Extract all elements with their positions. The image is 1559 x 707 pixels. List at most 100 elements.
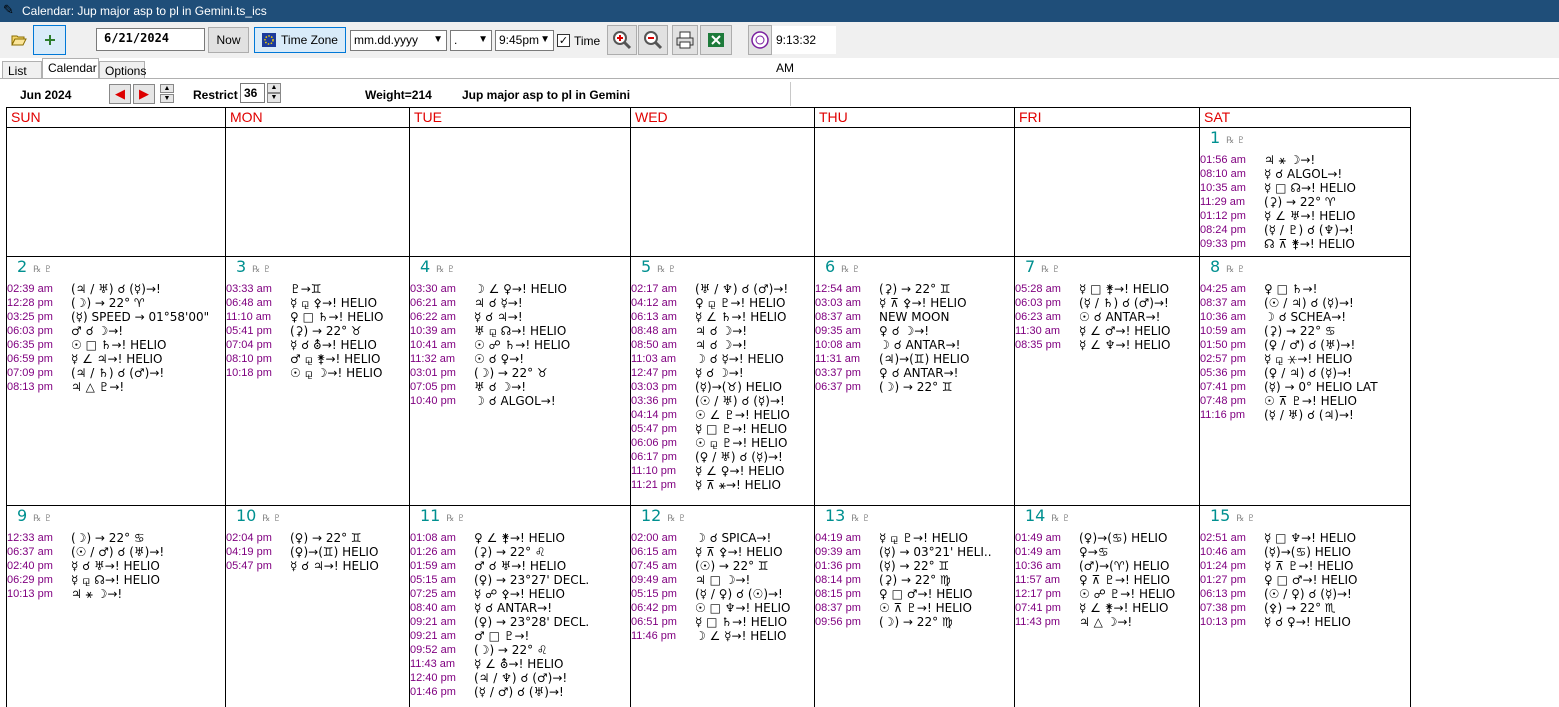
next-month-button[interactable]: ▶	[133, 84, 155, 104]
restrict-spin-up[interactable]: ▲	[267, 83, 281, 93]
event-row[interactable]: 07:04 pm ☿ ☌ ⛢→! HELIO	[226, 338, 409, 352]
separator-select[interactable]: . ▼	[450, 30, 492, 51]
event-row[interactable]: 01:27 pm ♀ □ ♂→! HELIO	[1200, 573, 1410, 587]
event-row[interactable]: 08:10 pm ♂ ⚼ ⚵→! HELIO	[226, 352, 409, 366]
event-row[interactable]: 12:28 pm (☽) → 22° ♈	[7, 296, 225, 310]
event-row[interactable]: 10:35 am ☿ □ ☊→! HELIO	[1200, 181, 1410, 195]
date-format-select[interactable]: mm.dd.yyyy ▼	[350, 30, 447, 51]
event-row[interactable]: 11:10 pm ☿ ∠ ♀→! HELIO	[631, 464, 814, 478]
day-cell-1[interactable]: 1 ℞ ♇ 01:56 am ♃ ⚹ ☽→! 08:10 am ☿ ☌ ALGOL→! 10…	[1200, 128, 1410, 256]
event-row[interactable]: 05:41 pm (⚳) → 22° ♉	[226, 324, 409, 338]
day-cell-6[interactable]: 6 ℞ ♇ 12:54 am (⚳) → 22° ♊ 03:03 am ☿ ⊼ ⚴→! H…	[815, 257, 1014, 505]
event-row[interactable]: 09:39 am (☿) → 03°21' HELI..	[815, 545, 1014, 559]
event-row[interactable]: 11:30 am ☿ ∠ ♂→! HELIO	[1015, 324, 1199, 338]
event-row[interactable]: 06:37 pm (☽) → 22° ♊	[815, 380, 1014, 394]
event-row[interactable]: 10:36 am ☽ ☌ SCHEA→!	[1200, 310, 1410, 324]
day-cell-empty[interactable]	[226, 128, 409, 256]
event-row[interactable]: 08:37 am (☉ / ♃) ☌ (☿)→!	[1200, 296, 1410, 310]
day-cell-9[interactable]: 9 ℞ ♇ 12:33 am (☽) → 22° ♋ 06:37 am (☉ / ♂) ☌…	[7, 506, 225, 707]
event-row[interactable]: 08:48 am ♃ ☌ ☽→!	[631, 324, 814, 338]
event-row[interactable]: 02:00 am ☽ ☌ SPICA→!	[631, 531, 814, 545]
event-row[interactable]: 10:13 pm ♃ ⚹ ☽→!	[7, 587, 225, 601]
event-row[interactable]: 03:33 am ♇→♊	[226, 282, 409, 296]
event-row[interactable]: 09:56 pm (☽) → 22° ♍	[815, 615, 1014, 629]
event-row[interactable]: 11:46 pm ☽ ∠ ☿→! HELIO	[631, 629, 814, 643]
event-row[interactable]: 03:03 am ☿ ⊼ ⚴→! HELIO	[815, 296, 1014, 310]
event-row[interactable]: 08:10 am ☿ ☌ ALGOL→!	[1200, 167, 1410, 181]
day-cell-2[interactable]: 2 ℞ ♇ 02:39 am (♃ / ♅) ☌ (☿)→! 12:28 pm (☽) →…	[7, 257, 225, 505]
event-row[interactable]: 02:04 pm (♀) → 22° ♊	[226, 531, 409, 545]
time-select[interactable]: 9:45pm ▼	[495, 30, 554, 51]
event-row[interactable]: 11:43 pm ♃ △ ☽→!	[1015, 615, 1199, 629]
event-row[interactable]: 06:59 pm ☿ ∠ ♃→! HELIO	[7, 352, 225, 366]
day-cell-11[interactable]: 11 ℞ ♇ 01:08 am ♀ ∠ ⚵→! HELIO 01:26 am (⚳) → …	[410, 506, 630, 707]
day-cell-12[interactable]: 12 ℞ ♇ 02:00 am ☽ ☌ SPICA→! 06:15 am ☿ ⊼ ⚴→! …	[631, 506, 814, 707]
day-cell-empty[interactable]	[7, 128, 225, 256]
event-row[interactable]: 07:45 am (☉) → 22° ♊	[631, 559, 814, 573]
event-row[interactable]: 04:14 pm ☉ ∠ ♇→! HELIO	[631, 408, 814, 422]
day-cell-empty[interactable]	[815, 128, 1014, 256]
event-row[interactable]: 05:47 pm ☿ □ ♇→! HELIO	[631, 422, 814, 436]
event-row[interactable]: 07:41 pm ☿ ∠ ⚵→! HELIO	[1015, 601, 1199, 615]
event-row[interactable]: 10:41 am ☉ ☍ ♄→! HELIO	[410, 338, 630, 352]
event-row[interactable]: 11:57 am ♀ ⊼ ♇→! HELIO	[1015, 573, 1199, 587]
timezone-button[interactable]: Time Zone	[254, 27, 346, 53]
event-row[interactable]: 02:40 pm ☿ ☌ ♅→! HELIO	[7, 559, 225, 573]
event-row[interactable]: 08:50 am ♃ ☌ ☽→!	[631, 338, 814, 352]
event-row[interactable]: 03:25 pm (☿) SPEED → 01°58'00"	[7, 310, 225, 324]
add-button[interactable]	[33, 25, 66, 55]
event-row[interactable]: 06:48 am ☿ ⚼ ⚴→! HELIO	[226, 296, 409, 310]
event-row[interactable]: 03:03 pm (☿)→(♉) HELIO	[631, 380, 814, 394]
event-row[interactable]: 05:47 pm ☿ ☌ ♃→! HELIO	[226, 559, 409, 573]
event-row[interactable]: 02:51 am ☿ □ ♆→! HELIO	[1200, 531, 1410, 545]
event-row[interactable]: 11:43 am ☿ ∠ ⛢→! HELIO	[410, 657, 630, 671]
event-row[interactable]: 03:30 am ☽ ∠ ♀→! HELIO	[410, 282, 630, 296]
event-row[interactable]: 08:24 pm (☿ / ♇) ☌ (♆)→!	[1200, 223, 1410, 237]
event-row[interactable]: 10:18 pm ☉ ⚼ ☽→! HELIO	[226, 366, 409, 380]
date-field[interactable]: 6/21/2024	[96, 28, 205, 51]
event-row[interactable]: 06:35 pm ☉ □ ♄→! HELIO	[7, 338, 225, 352]
event-row[interactable]: 06:37 am (☉ / ♂) ☌ (♅)→!	[7, 545, 225, 559]
now-button[interactable]: Now	[208, 27, 249, 53]
event-row[interactable]: 06:15 am ☿ ⊼ ⚴→! HELIO	[631, 545, 814, 559]
event-row[interactable]: 08:13 pm ♃ △ ♇→!	[7, 380, 225, 394]
event-row[interactable]: 10:13 pm ☿ ☌ ♀→! HELIO	[1200, 615, 1410, 629]
tab-calendar[interactable]: Calendar	[42, 58, 99, 79]
day-cell-empty[interactable]	[631, 128, 814, 256]
event-row[interactable]: 04:25 am ♀ □ ♄→!	[1200, 282, 1410, 296]
event-row[interactable]: 07:05 pm ♅ ☌ ☽→!	[410, 380, 630, 394]
zoom-out-button[interactable]	[638, 25, 668, 55]
event-row[interactable]: 08:37 pm ☉ ⊼ ♇→! HELIO	[815, 601, 1014, 615]
event-row[interactable]: 03:01 pm (☽) → 22° ♉	[410, 366, 630, 380]
event-row[interactable]: 01:36 pm (☿) → 22° ♊	[815, 559, 1014, 573]
time-checkbox[interactable]: ✓	[557, 34, 570, 47]
event-row[interactable]: 12:40 pm (♃ / ♆) ☌ (♂)→!	[410, 671, 630, 685]
event-row[interactable]: 07:09 pm (♃ / ♄) ☌ (♂)→!	[7, 366, 225, 380]
event-row[interactable]: 12:17 pm ☉ ☍ ♇→! HELIO	[1015, 587, 1199, 601]
event-row[interactable]: 07:41 pm (☿) → 0° HELIO LAT	[1200, 380, 1410, 394]
event-row[interactable]: 12:47 pm ☿ ☌ ☽→!	[631, 366, 814, 380]
event-row[interactable]: 05:15 am (♀) → 23°27' DECL.	[410, 573, 630, 587]
event-row[interactable]: 10:08 am ☽ ☌ ANTAR→!	[815, 338, 1014, 352]
day-cell-14[interactable]: 14 ℞ ♇ 01:49 am (♀)→(♋) HELIO 01:49 am ♀→♋ 10:…	[1015, 506, 1199, 707]
event-row[interactable]: 08:15 pm ♀ □ ♂→! HELIO	[815, 587, 1014, 601]
event-row[interactable]: 01:26 am (⚳) → 22° ♌	[410, 545, 630, 559]
open-button[interactable]	[6, 26, 32, 54]
prev-month-button[interactable]: ◀	[109, 84, 131, 104]
event-row[interactable]: 06:06 pm ☉ ⚼ ♇→! HELIO	[631, 436, 814, 450]
event-row[interactable]: 07:25 am ☿ ☍ ⚴→! HELIO	[410, 587, 630, 601]
day-cell-13[interactable]: 13 ℞ ♇ 04:19 am ☿ ⚼ ♇→! HELIO 09:39 am (☿) → …	[815, 506, 1014, 707]
day-cell-5[interactable]: 5 ℞ ♇ 02:17 am (♅ / ♆) ☌ (♂)→! 04:12 am ♀ ⚼ ♇…	[631, 257, 814, 505]
event-row[interactable]: 09:49 am ♃ □ ☽→!	[631, 573, 814, 587]
event-row[interactable]: 11:32 am ☉ ☌ ♀→!	[410, 352, 630, 366]
excel-export-button[interactable]	[700, 25, 732, 55]
event-row[interactable]: 06:29 pm ☿ ⚼ ☊→! HELIO	[7, 573, 225, 587]
print-button[interactable]	[672, 25, 698, 55]
event-row[interactable]: 11:16 pm (☿ / ♅) ☌ (♃)→!	[1200, 408, 1410, 422]
event-row[interactable]: 06:17 pm (♀ / ♅) ☌ (☿)→!	[631, 450, 814, 464]
event-row[interactable]: 08:14 pm (⚳) → 22° ♍	[815, 573, 1014, 587]
event-row[interactable]: 08:37 am NEW MOON	[815, 310, 1014, 324]
event-row[interactable]: 11:31 am (♃)→(♊) HELIO	[815, 352, 1014, 366]
event-row[interactable]: 05:36 pm (♀ / ♃) ☌ (☿)→!	[1200, 366, 1410, 380]
event-row[interactable]: 03:36 pm (☉ / ♅) ☌ (☿)→!	[631, 394, 814, 408]
